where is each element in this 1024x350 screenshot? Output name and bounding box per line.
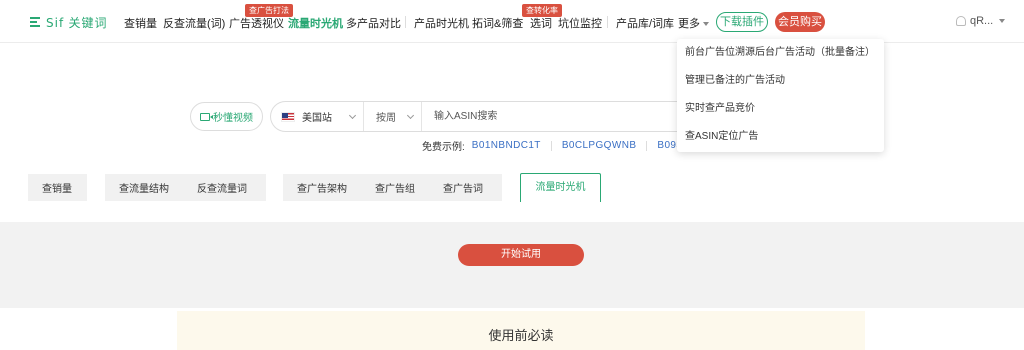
start-trial-button[interactable]: 开始试用 bbox=[458, 244, 584, 266]
tab-ad-group[interactable]: 查广告组 bbox=[361, 180, 429, 195]
menu-item-asin-ads[interactable]: 查ASIN定位广告 bbox=[677, 129, 884, 157]
chevron-down-icon bbox=[348, 111, 357, 119]
chevron-down-icon bbox=[406, 111, 415, 119]
nav-divider bbox=[607, 16, 608, 28]
menu-item-realtime-bid[interactable]: 实时查产品竞价 bbox=[677, 101, 884, 129]
nav-item-library[interactable]: 产品库/词库 bbox=[616, 15, 674, 31]
tab-group-traffic: 查流量结构 反查流量词 bbox=[105, 174, 266, 201]
tab-ad-words[interactable]: 查广告词 bbox=[429, 180, 497, 195]
menu-item-manage-ads[interactable]: 管理已备注的广告活动 bbox=[677, 73, 884, 101]
chevron-down-icon bbox=[703, 22, 709, 27]
nav-item-product-timemachine[interactable]: 产品时光机 bbox=[414, 15, 469, 31]
more-dropdown-menu: 前台广告位溯源后台广告活动（批量备注） 管理已备注的广告活动 实时查产品竞价 查… bbox=[677, 39, 884, 152]
tab-group-sales: 查销量 bbox=[28, 174, 87, 201]
nav-item-reverse-traffic[interactable]: 反查流量(词) bbox=[163, 15, 225, 31]
chevron-down-icon bbox=[999, 19, 1006, 23]
nav-item-traffic-timemachine[interactable]: 流量时光机 bbox=[288, 15, 343, 31]
tab-ad-structure[interactable]: 查广告架构 bbox=[283, 180, 361, 195]
tab-group-ads: 查广告架构 查广告组 查广告词 bbox=[283, 174, 502, 201]
user-name: qR... bbox=[970, 15, 994, 27]
notice-panel: 使用前必读 bbox=[177, 311, 865, 350]
asin-search-input[interactable] bbox=[422, 102, 690, 131]
video-tutorial-button[interactable]: 秒懂视频 bbox=[190, 102, 263, 131]
example-asin-link[interactable]: B01NBNDC1T bbox=[472, 140, 541, 151]
logo-text-cn: 关键词 bbox=[68, 15, 108, 30]
tab-traffic-timemachine[interactable]: 流量时光机 bbox=[520, 173, 601, 202]
user-menu[interactable]: qR... bbox=[956, 15, 1006, 27]
site-select[interactable]: 美国站 bbox=[271, 102, 364, 131]
logo-text-en: Sif bbox=[46, 15, 65, 30]
nav-item-ad-insight[interactable]: 广告透视仪 bbox=[229, 15, 284, 31]
nav-item-keyword-expand[interactable]: 拓词&筛查 bbox=[472, 15, 523, 31]
buy-membership-button[interactable]: 会员购买 bbox=[775, 12, 825, 32]
menu-icon bbox=[30, 17, 40, 27]
menu-item-ad-trace[interactable]: 前台广告位溯源后台广告活动（批量备注） bbox=[677, 45, 884, 73]
conversion-badge: 查转化率 bbox=[522, 4, 562, 17]
example-asin-link[interactable]: B0CLPGQWNB bbox=[562, 140, 637, 151]
tab-reverse-traffic-words[interactable]: 反查流量词 bbox=[183, 180, 261, 195]
nav-item-more[interactable]: 更多 bbox=[678, 15, 709, 31]
user-icon bbox=[956, 16, 966, 26]
top-navbar: Sif 关键词 查销量 反查流量(词) 广告透视仪 流量时光机 多产品对比 产品… bbox=[0, 0, 1024, 43]
period-select[interactable]: 按周 bbox=[364, 102, 422, 131]
tab-traffic-structure[interactable]: 查流量结构 bbox=[105, 180, 183, 195]
us-flag-icon bbox=[281, 111, 295, 122]
nav-divider bbox=[405, 16, 406, 28]
download-plugin-button[interactable]: 下载插件 bbox=[716, 12, 768, 32]
notice-title: 使用前必读 bbox=[488, 328, 554, 343]
logo[interactable]: Sif 关键词 bbox=[30, 14, 108, 30]
search-bar: 美国站 按周 bbox=[270, 101, 690, 132]
video-icon bbox=[200, 112, 213, 121]
nav-item-sales[interactable]: 查销量 bbox=[124, 15, 157, 31]
tab-sales[interactable]: 查销量 bbox=[28, 180, 86, 195]
nav-item-select-words[interactable]: 选词 bbox=[530, 15, 552, 31]
ad-strategy-badge: 查广告打法 bbox=[245, 4, 293, 17]
nav-item-product-compare[interactable]: 多产品对比 bbox=[346, 15, 401, 31]
nav-item-position-monitor[interactable]: 坑位监控 bbox=[558, 15, 602, 31]
